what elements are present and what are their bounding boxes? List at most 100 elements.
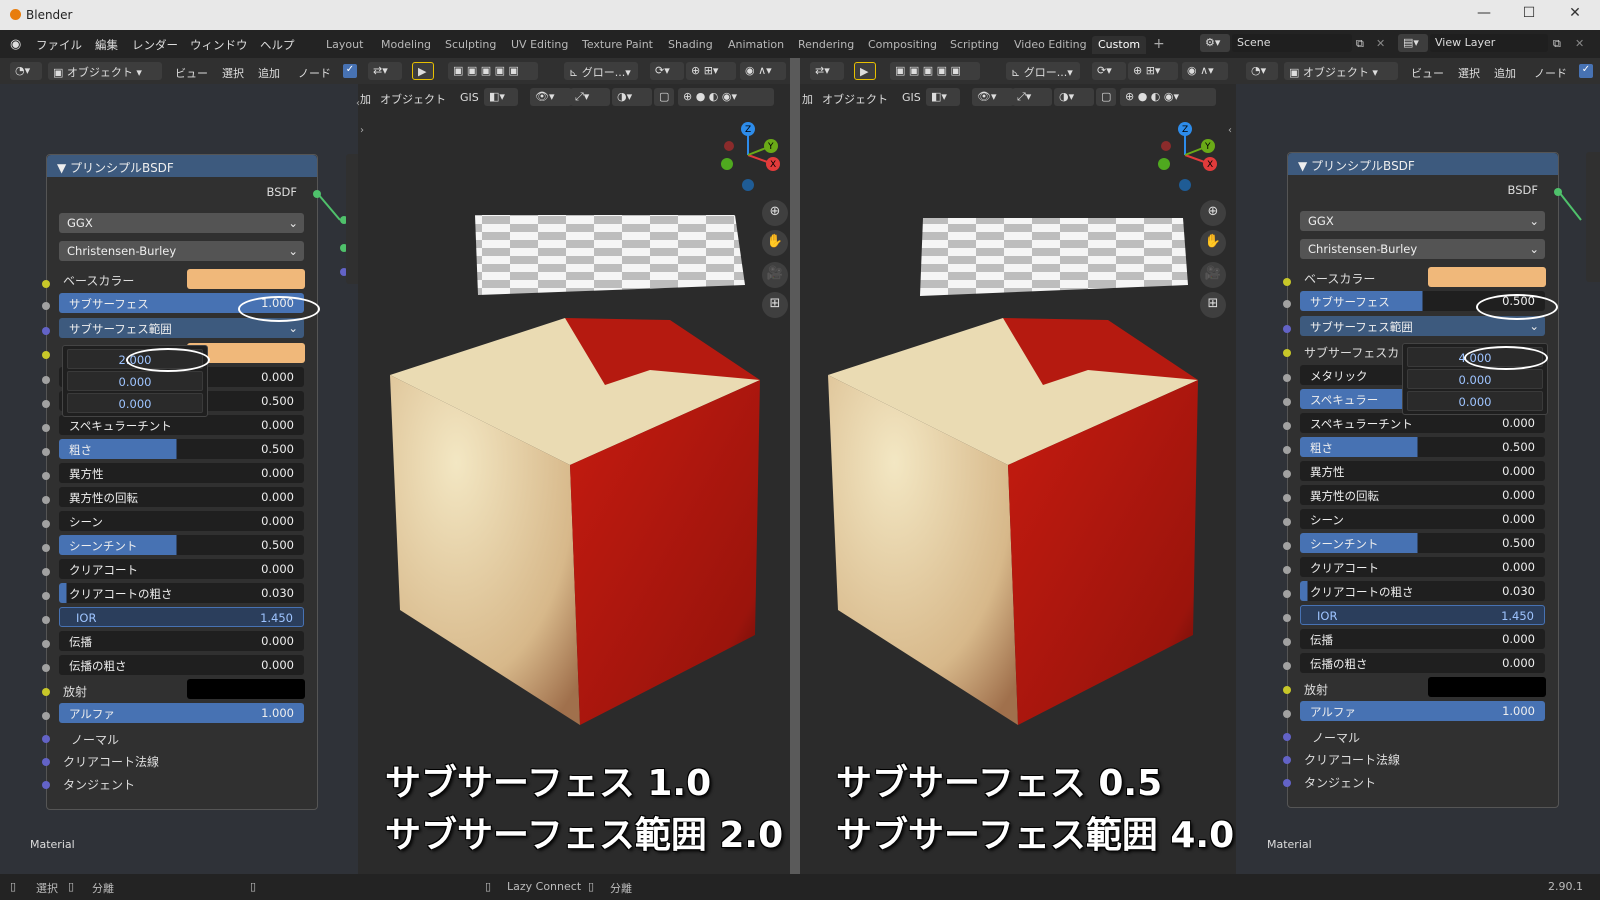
row-anisotropic-rotation[interactable]: 異方性の回転 0.000	[59, 487, 304, 507]
sidebar-toggle-icon-left[interactable]: ‹	[356, 98, 360, 109]
toolbar-toggle-icon[interactable]: ›	[360, 125, 364, 136]
socket-subsurface-r[interactable]	[1283, 300, 1291, 308]
node-header[interactable]: ▼ プリンシプルBSDF	[47, 155, 317, 177]
pivot-icon[interactable]: ⟳▾	[650, 62, 684, 80]
tab-uv-editing[interactable]: UV Editing	[505, 36, 574, 54]
socket-normal[interactable]	[42, 735, 50, 743]
row-specular-tint[interactable]: スペキュラーチント 0.000	[59, 415, 304, 435]
menu-object-vp-r[interactable]: オブジェクト	[822, 91, 888, 107]
socket-specular[interactable]	[42, 400, 50, 408]
menu-node-r[interactable]: ノード	[1534, 65, 1567, 81]
row-anisotropic-r[interactable]: 異方性 0.000	[1300, 461, 1545, 481]
xray-icon-r[interactable]: ▢	[1096, 88, 1116, 106]
row-ior[interactable]: IOR 1.450	[59, 607, 304, 627]
transform-orientation-dropdown-r[interactable]: ⊾ グロー...▾	[1006, 62, 1080, 80]
menu-node[interactable]: ノード	[298, 65, 331, 81]
row-clearcoat[interactable]: クリアコート 0.000	[59, 559, 304, 579]
socket-specular-tint-r[interactable]	[1283, 422, 1291, 430]
socket-subsurface[interactable]	[42, 302, 50, 310]
editor-type-icon[interactable]: ◔▾	[10, 62, 42, 80]
view-layer-selector-icon[interactable]: ▤▾	[1398, 34, 1428, 52]
socket-normal-r[interactable]	[1283, 733, 1291, 741]
menu-add-vp[interactable]: 加	[360, 91, 371, 107]
socket-roughness-r[interactable]	[1283, 446, 1291, 454]
use-nodes-checkbox[interactable]: ✓	[343, 64, 357, 78]
socket-anisotropic-rotation-r[interactable]	[1283, 494, 1291, 502]
scene-selector-icon[interactable]: ⚙▾	[1200, 34, 1230, 52]
row-transmission-roughness-r[interactable]: 伝播の粗さ 0.000	[1300, 653, 1545, 673]
transform-icon-r[interactable]: ⇄▾	[810, 62, 844, 80]
visibility-icon-r[interactable]: 👁▾	[972, 88, 1014, 106]
socket-clearcoat-normal-r[interactable]	[1283, 756, 1291, 764]
socket-subsurface-radius[interactable]	[42, 327, 50, 335]
new-view-layer-icon[interactable]: ⧉	[1553, 37, 1561, 51]
menu-gis-r[interactable]: GIS	[902, 91, 921, 104]
proportional-edit-icon[interactable]: ◉ ∧▾	[740, 62, 786, 80]
socket-sheen[interactable]	[42, 520, 50, 528]
editor-type-icon-r[interactable]: ◔▾	[1246, 62, 1278, 80]
menu-add-r[interactable]: 追加	[1494, 65, 1516, 81]
socket-clearcoat-normal[interactable]	[42, 758, 50, 766]
socket-specular-tint[interactable]	[42, 424, 50, 432]
scene-field[interactable]: Scene	[1232, 34, 1352, 52]
sss-method-dropdown-r[interactable]: Christensen-Burley ⌄	[1300, 239, 1545, 259]
tab-animation[interactable]: Animation	[722, 36, 790, 54]
menu-view-r[interactable]: ビュー	[1411, 65, 1444, 81]
visibility-icon[interactable]: 👁▾	[530, 88, 572, 106]
menu-edit[interactable]: 編集	[95, 37, 118, 53]
transform-icon[interactable]: ⇄▾	[368, 62, 402, 80]
select-tool-icon-r[interactable]: ▶	[854, 62, 876, 80]
distribution-dropdown[interactable]: GGX ⌄	[59, 213, 304, 233]
socket-anisotropic[interactable]	[42, 472, 50, 480]
radius-y-field[interactable]: 0.000	[67, 371, 203, 391]
tab-rendering[interactable]: Rendering	[792, 36, 860, 54]
delete-scene-icon[interactable]: ✕	[1376, 37, 1385, 50]
new-scene-icon[interactable]: ⧉	[1356, 37, 1364, 51]
row-roughness-r[interactable]: 粗さ 0.500	[1300, 437, 1545, 457]
row-sheen[interactable]: シーン 0.000	[59, 511, 304, 531]
socket-ior[interactable]	[42, 616, 50, 624]
view-layer-field[interactable]: View Layer	[1430, 34, 1548, 52]
radius-z-field-r[interactable]: 0.000	[1407, 391, 1543, 411]
row-sheen-tint-r[interactable]: シーンチント 0.500	[1300, 533, 1545, 553]
area-divider[interactable]	[790, 58, 800, 874]
maximize-button[interactable]: ☐	[1519, 5, 1539, 21]
radius-z-field[interactable]: 0.000	[67, 393, 203, 413]
menu-gis[interactable]: GIS	[460, 91, 479, 104]
tab-layout[interactable]: Layout	[320, 36, 369, 54]
socket-clearcoat-roughness-r[interactable]	[1283, 590, 1291, 598]
menu-add[interactable]: 追加	[258, 65, 280, 81]
emission-swatch-r[interactable]	[1428, 677, 1546, 697]
object-mode-dropdown-r[interactable]: ▣ オブジェクト ▾	[1284, 62, 1398, 80]
gizmo-icon[interactable]: ⤢▾	[570, 88, 610, 106]
socket-transmission-r[interactable]	[1283, 638, 1291, 646]
row-sheen-tint[interactable]: シーンチント 0.500	[59, 535, 304, 555]
minimize-button[interactable]: —	[1474, 5, 1494, 21]
overlay-icon-r[interactable]: ◑▾	[1054, 88, 1094, 106]
socket-transmission-roughness[interactable]	[42, 664, 50, 672]
menu-view[interactable]: ビュー	[175, 65, 208, 81]
object-mode-dropdown[interactable]: ▣ オブジェクト ▾	[48, 62, 162, 80]
row-transmission-roughness[interactable]: 伝播の粗さ 0.000	[59, 655, 304, 675]
menu-help[interactable]: ヘルプ	[260, 37, 295, 53]
use-nodes-checkbox-r[interactable]: ✓	[1579, 64, 1593, 78]
gis-icon[interactable]: ◧▾	[484, 88, 518, 106]
socket-transmission[interactable]	[42, 640, 50, 648]
socket-roughness[interactable]	[42, 448, 50, 456]
xray-icon[interactable]: ▢	[654, 88, 674, 106]
row-clearcoat-r[interactable]: クリアコート 0.000	[1300, 557, 1545, 577]
emission-swatch[interactable]	[187, 679, 305, 699]
base-color-swatch[interactable]	[187, 269, 305, 289]
socket-clearcoat-roughness[interactable]	[42, 592, 50, 600]
row-anisotropic[interactable]: 異方性 0.000	[59, 463, 304, 483]
tab-sculpting[interactable]: Sculpting	[439, 36, 502, 54]
alpha-field-r[interactable]: アルファ 1.000	[1300, 701, 1545, 721]
pivot-icon-r[interactable]: ⟳▾	[1092, 62, 1126, 80]
socket-alpha-r[interactable]	[1283, 710, 1291, 718]
base-color-swatch-r[interactable]	[1428, 267, 1546, 287]
distribution-dropdown-r[interactable]: GGX ⌄	[1300, 211, 1545, 231]
tab-modeling[interactable]: Modeling	[375, 36, 437, 54]
tab-texture-paint[interactable]: Texture Paint	[576, 36, 659, 54]
selection-mode-icons[interactable]: ▣ ▣ ▣ ▣ ▣	[448, 62, 538, 80]
sidebar-toggle-icon-right[interactable]: ‹	[1228, 125, 1232, 136]
